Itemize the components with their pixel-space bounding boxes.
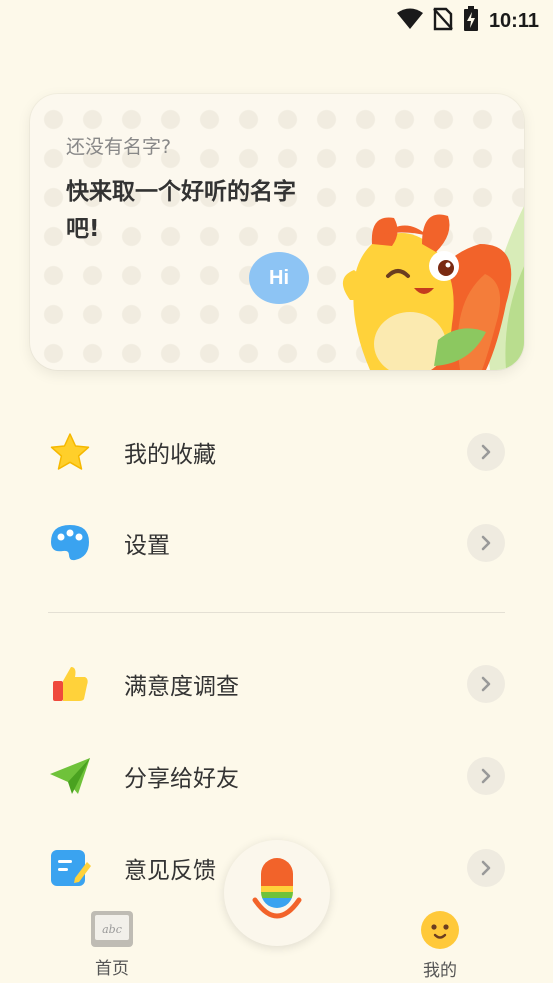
profile-name-card[interactable]: 还没有名字? 快来取一个好听的名字吧! Hi <box>30 94 524 370</box>
squirrel-mascot-icon <box>342 206 524 370</box>
card-hint-text: 还没有名字? <box>66 136 172 158</box>
chevron-right-icon[interactable] <box>467 665 505 703</box>
menu-label-favorites: 我的收藏 <box>124 442 216 468</box>
chevron-right-icon[interactable] <box>467 524 505 562</box>
microphone-icon <box>252 858 302 919</box>
feedback-note-icon <box>48 846 92 890</box>
no-sim-icon <box>433 7 453 35</box>
profile-screen: 10:11 还没有名字? 快来取一个好听的名字吧! Hi 我的收藏 设置 满意度… <box>0 0 553 983</box>
menu-label-settings: 设置 <box>124 533 170 559</box>
thumbs-up-icon <box>48 662 92 706</box>
voice-input-button[interactable] <box>224 840 330 946</box>
menu-item-share[interactable]: 分享给好友 <box>48 746 505 806</box>
paper-plane-icon <box>48 754 92 798</box>
menu-label-share: 分享给好友 <box>124 766 239 792</box>
wifi-icon <box>396 8 423 34</box>
menu-label-survey: 满意度调查 <box>124 674 239 700</box>
hi-speech-bubble: Hi <box>249 252 309 304</box>
chevron-right-icon[interactable] <box>467 849 505 887</box>
menu-item-favorites[interactable]: 我的收藏 <box>48 422 505 482</box>
chevron-right-icon[interactable] <box>467 757 505 795</box>
tab-home[interactable]: abc 首页 <box>82 910 142 979</box>
chalkboard-icon: abc <box>91 911 133 947</box>
chevron-right-icon[interactable] <box>467 433 505 471</box>
chalkboard-text: abc <box>102 923 122 936</box>
menu-item-settings[interactable]: 设置 <box>48 513 505 573</box>
star-icon <box>48 430 92 474</box>
battery-charging-icon <box>463 6 479 36</box>
tab-mine[interactable]: 我的 <box>410 910 470 981</box>
menu-divider <box>48 612 505 613</box>
status-time: 10:11 <box>488 9 539 32</box>
status-bar: 10:11 <box>0 0 553 38</box>
menu-item-survey[interactable]: 满意度调查 <box>48 654 505 714</box>
palette-icon <box>48 521 92 565</box>
tab-mine-label: 我的 <box>423 961 457 981</box>
tab-home-label: 首页 <box>95 959 129 979</box>
card-title: 快来取一个好听的名字吧! <box>66 179 296 242</box>
smiley-face-icon <box>421 911 459 949</box>
